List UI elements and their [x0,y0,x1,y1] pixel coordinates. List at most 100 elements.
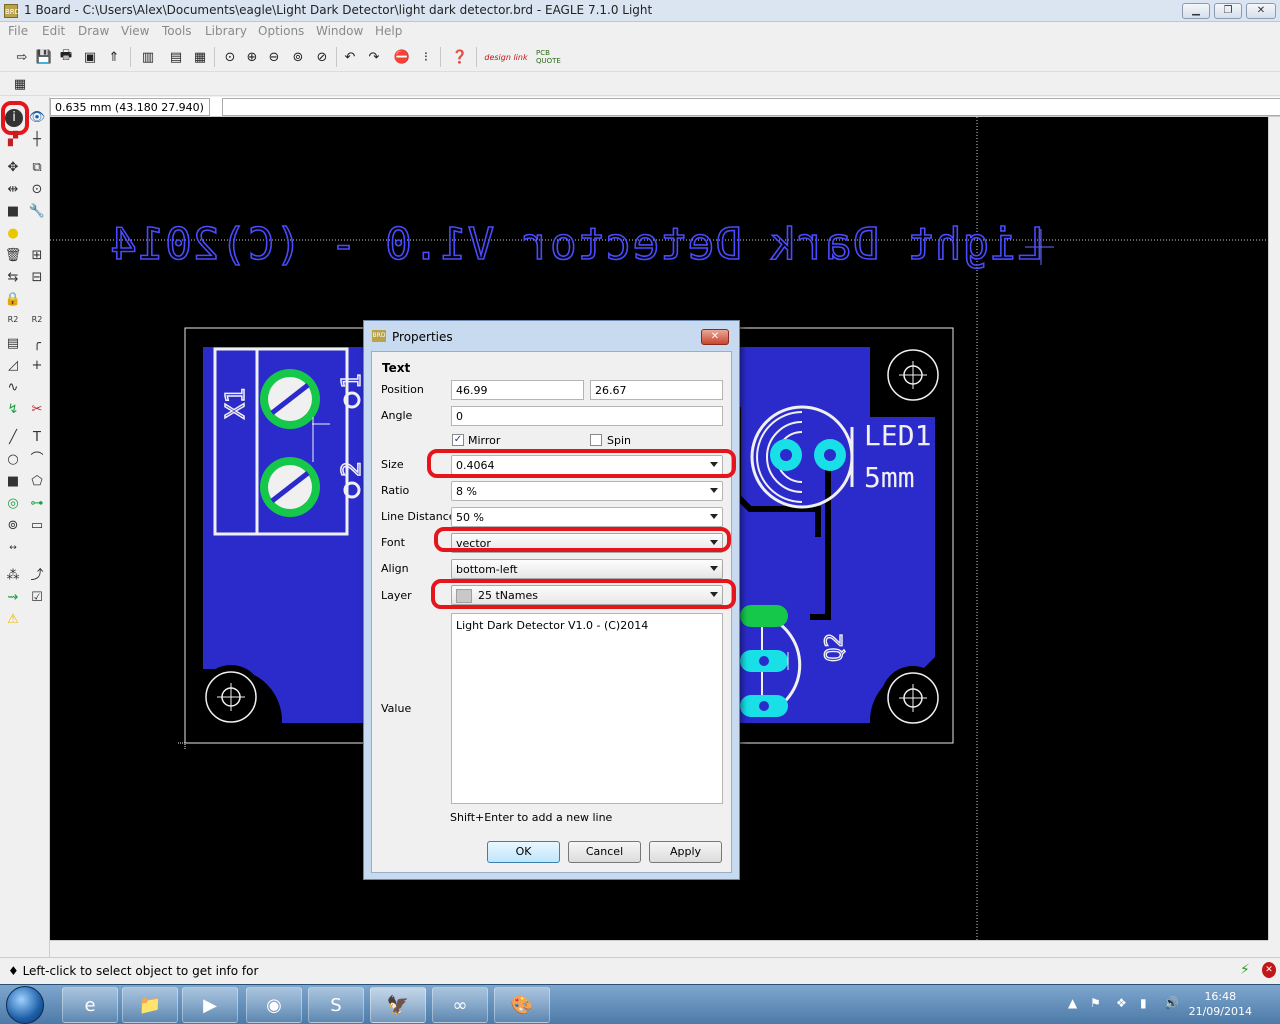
polygon-icon[interactable]: ⬠ [28,473,46,491]
rect-icon[interactable]: ■ [4,473,22,491]
stop-icon[interactable]: ⛔ [392,47,412,67]
menu-edit[interactable]: Edit [42,24,65,38]
pcbquote-button[interactable]: PCB QUOTE [536,47,572,67]
menu-window[interactable]: Window [316,24,363,38]
skype-taskbar-icon[interactable]: S [308,987,364,1023]
value-textarea[interactable]: Light Dark Detector V1.0 - (C)2014 [451,613,723,804]
show-icon[interactable]: 👁 [28,109,46,127]
board-switch-icon[interactable]: ▦ [190,47,210,67]
stop-command-icon[interactable]: ✕ [1262,962,1276,978]
rotate-icon[interactable]: ⊙ [28,181,46,199]
help-icon[interactable]: ❓ [450,47,470,67]
upload-icon[interactable]: ⇑ [104,47,124,67]
grid-icon[interactable]: ▦ [10,74,30,94]
action-center-icon[interactable]: ⚑ [1090,996,1101,1010]
lock-icon[interactable]: 🔒 [4,291,22,309]
save-icon[interactable]: 💾 [34,47,54,67]
ripup-icon[interactable]: ✂ [28,401,46,419]
zoom-fit-icon[interactable]: ⊙ [220,47,240,67]
zoom-redraw-icon[interactable]: ⊚ [288,47,308,67]
split-icon[interactable]: ◿ [4,357,22,375]
vertical-scrollbar[interactable] [1268,117,1280,940]
clock[interactable]: 16:48 21/09/2014 [1189,989,1252,1019]
line-distance-combo[interactable]: 50 % [451,507,723,527]
optimize-icon[interactable]: + [28,357,46,375]
script-icon[interactable]: ▤ [166,47,186,67]
dialog-close-button[interactable]: ✕ [701,329,729,345]
menu-options[interactable]: Options [258,24,304,38]
ulp-icon[interactable]: ▥ [138,47,158,67]
arduino-taskbar-icon[interactable]: ∞ [432,987,488,1023]
zoom-out-icon[interactable]: ⊖ [264,47,284,67]
drc-icon[interactable]: ☑ [28,589,46,607]
position-x-input[interactable]: 46.99 [451,380,584,400]
volume-icon[interactable]: 🔊 [1164,996,1179,1010]
redo-icon[interactable]: ↷ [364,47,384,67]
value-icon[interactable]: R2 [28,311,46,329]
apply-button[interactable]: Apply [649,841,722,863]
arc-icon[interactable]: ⌒ [28,451,46,469]
circle-icon[interactable]: ○ [4,451,22,469]
text-icon[interactable]: T [28,429,46,447]
menu-help[interactable]: Help [375,24,402,38]
name-icon[interactable]: R2 [4,311,22,329]
ratsnest-icon[interactable]: ⁂ [4,567,22,585]
dialog-titlebar[interactable]: BRD Properties ✕ [364,321,739,351]
group-icon[interactable]: ■ [4,203,22,221]
spin-checkbox[interactable] [590,434,602,446]
wifi-icon[interactable]: ▮ [1140,996,1147,1010]
angle-input[interactable]: 0 [451,406,723,426]
autorouter-icon[interactable]: ⤴ [28,567,46,585]
add-icon[interactable]: ⊞ [28,247,46,265]
lock-icon[interactable]: ⊟ [28,269,46,287]
zoom-select-icon[interactable]: ⊘ [312,47,332,67]
mark-icon[interactable]: ┼ [28,131,46,149]
horizontal-scrollbar[interactable] [50,940,1268,956]
network-app-icon[interactable]: ❖ [1116,996,1127,1010]
open-icon[interactable]: ⇨ [12,47,32,67]
go-icon[interactable]: ⁝ [416,47,436,67]
paste-icon[interactable]: ● [4,225,22,243]
errors-icon[interactable]: ⚠ [4,611,22,629]
menu-tools[interactable]: Tools [162,24,192,38]
mirror-checkbox[interactable]: ✓ [452,434,464,446]
ie-taskbar-icon[interactable]: e [62,987,118,1023]
paint-taskbar-icon[interactable]: 🎨 [494,987,550,1023]
display-icon[interactable]: ▞ [4,131,22,149]
chrome-taskbar-icon[interactable]: ◉ [246,987,302,1023]
align-combo[interactable]: bottom-left [451,559,723,579]
media-player-taskbar-icon[interactable]: ▶ [182,987,238,1023]
eagle-taskbar-icon[interactable]: 🦅 [370,987,426,1023]
delete-icon[interactable]: 🗑 [4,247,22,265]
hole-icon[interactable]: ⊚ [4,517,22,535]
meander-icon[interactable]: ∿ [4,379,22,397]
dimension-icon[interactable]: ↔ [4,539,22,557]
signal-icon[interactable]: ⊶ [28,495,46,513]
route-icon[interactable]: ↯ [4,401,22,419]
undo-icon[interactable]: ↶ [340,47,360,67]
cancel-button[interactable]: Cancel [568,841,641,863]
change-icon[interactable]: 🔧 [28,203,46,221]
menu-view[interactable]: View [121,24,149,38]
lightning-icon[interactable]: ⚡ [1240,962,1250,978]
explorer-taskbar-icon[interactable]: 📁 [122,987,178,1023]
menu-library[interactable]: Library [205,24,247,38]
move-icon[interactable]: ✥ [4,159,22,177]
zoom-in-icon[interactable]: ⊕ [242,47,262,67]
replace-icon[interactable]: ⇆ [4,269,22,287]
ok-button[interactable]: OK [487,841,560,863]
erc-icon[interactable]: ⇝ [4,589,22,607]
start-button[interactable] [6,986,44,1024]
minimize-button[interactable]: ▁ [1182,3,1210,19]
ratio-combo[interactable]: 8 % [451,481,723,501]
attribute-icon[interactable]: ▭ [28,517,46,535]
mirror-icon[interactable]: ⇹ [4,181,22,199]
wire-icon[interactable]: ╱ [4,429,22,447]
designlink-button[interactable]: design link [484,47,528,67]
close-window-button[interactable]: ✕ [1246,3,1276,19]
tray-expand-icon[interactable]: ▲ [1068,996,1077,1010]
restore-button[interactable]: ❐ [1214,3,1242,19]
smash-icon[interactable]: ▤ [4,335,22,353]
menu-draw[interactable]: Draw [78,24,109,38]
via-icon[interactable]: ◎ [4,495,22,513]
